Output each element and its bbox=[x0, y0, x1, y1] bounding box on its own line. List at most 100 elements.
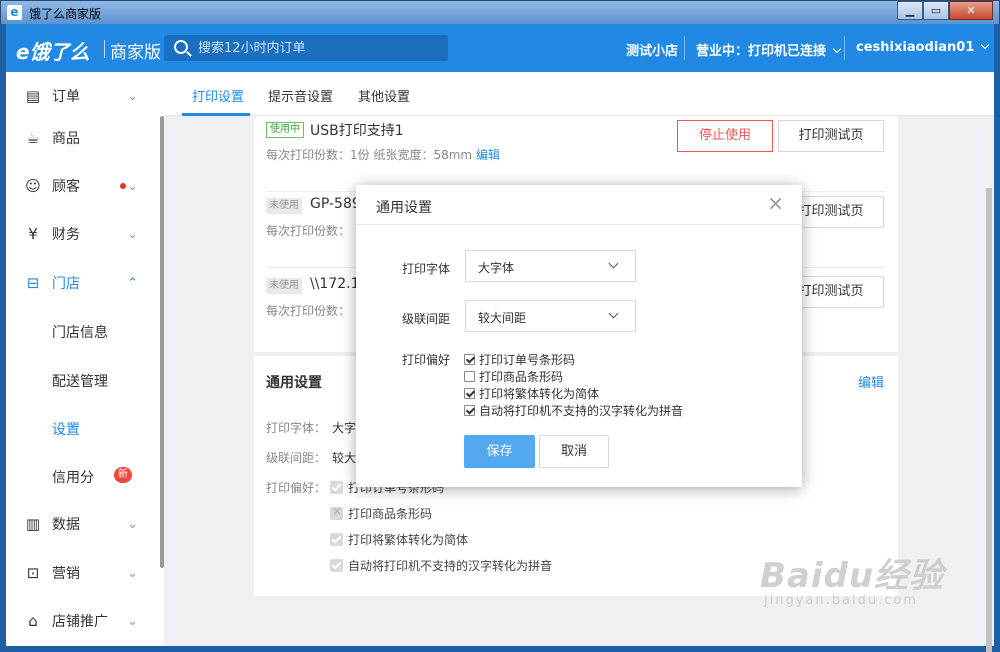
option-label: 打印商品条形码 bbox=[479, 370, 564, 384]
printer-name: GP-589 bbox=[310, 196, 361, 212]
preference-label: 打印偏好 bbox=[402, 353, 451, 367]
window-controls: ▁ ▭ ✕ bbox=[897, 1, 993, 21]
sidebar-item-label: 设置 bbox=[52, 422, 80, 438]
pref-pinyin: 自动将打印机不支持的汉字转化为拼音 bbox=[330, 557, 552, 574]
spacing-select[interactable]: 较大间距 bbox=[465, 300, 636, 332]
option-label: 打印将繁体转化为简体 bbox=[479, 387, 600, 401]
sidebar-item-label: 商品 bbox=[52, 131, 80, 147]
font-value: 大字 bbox=[332, 421, 357, 435]
printer-info-text: 每次打印份数： bbox=[266, 304, 351, 318]
close-window-icon[interactable]: ✕ bbox=[949, 1, 993, 20]
window-title-bar: e 饿了么商家版 ▁ ▭ ✕ bbox=[0, 0, 1000, 24]
chevron-down-icon: ⌄ bbox=[127, 516, 138, 532]
sidebar-subitem-delivery[interactable]: 配送管理 bbox=[6, 356, 160, 404]
scrollbar-thumb[interactable] bbox=[986, 188, 992, 652]
header-divider bbox=[684, 36, 685, 60]
data-icon: ▥ bbox=[25, 515, 41, 533]
sidebar-item-label: 顾客 bbox=[52, 179, 80, 195]
spacing-label: 级联间距 bbox=[402, 312, 451, 326]
font-select[interactable]: 大字体 bbox=[465, 250, 636, 282]
checkbox-checked-icon[interactable] bbox=[464, 354, 475, 365]
sidebar-item-data[interactable]: ▥ 数据 ⌄ bbox=[6, 500, 160, 548]
logo-divider bbox=[104, 40, 105, 58]
store-name[interactable]: 测试小店 bbox=[626, 40, 678, 59]
chevron-down-icon bbox=[608, 258, 619, 269]
promotion-icon: ⌂ bbox=[28, 612, 38, 630]
chevron-down-icon: ⌄ bbox=[127, 613, 138, 629]
printer-info-text: 每次打印份数：1份 纸张宽度：58mm bbox=[266, 148, 473, 162]
checkbox-checked-icon[interactable] bbox=[464, 405, 475, 416]
notification-dot bbox=[120, 183, 126, 189]
main-scrollbar[interactable] bbox=[984, 116, 994, 652]
sidebar: ▤ 订单 ⌄ ☕ 商品 ☺ 顾客 ⌄ ¥ 财务 ⌄ ⊟ 门店 ⌃ 门店信息 配送… bbox=[6, 72, 164, 646]
sidebar-subitem-settings[interactable]: 设置 bbox=[6, 404, 160, 452]
sidebar-item-promotion[interactable]: ⌂ 店铺推广 ⌄ bbox=[6, 597, 160, 645]
option-traditional-simplified[interactable]: 打印将繁体转化为简体 bbox=[464, 385, 599, 402]
chevron-down-icon bbox=[981, 40, 990, 50]
order-icon: ▤ bbox=[25, 87, 41, 105]
maximize-icon[interactable]: ▭ bbox=[923, 1, 949, 20]
print-test-button[interactable]: 打印测试页 bbox=[778, 120, 884, 152]
sidebar-subitem-store-info[interactable]: 门店信息 bbox=[6, 307, 160, 355]
pref-label: 打印商品条形码 bbox=[348, 507, 433, 521]
edit-printer-link[interactable]: 编辑 bbox=[476, 148, 500, 162]
pref-traditional-simplified: 打印将繁体转化为简体 bbox=[330, 531, 468, 548]
baidu-watermark: Baidu经验 jingyan.baidu.com bbox=[760, 548, 944, 608]
search-input[interactable] bbox=[198, 39, 438, 57]
username: ceshixiaodian01 bbox=[856, 40, 975, 55]
sidebar-item-store[interactable]: ⊟ 门店 ⌃ bbox=[6, 259, 160, 307]
app-header: e饿了么 商家版 测试小店 营业中：打印机已连接 ceshixiaodian01 bbox=[6, 24, 994, 72]
printer-name: USB打印支持1 bbox=[310, 123, 404, 139]
sidebar-item-orders[interactable]: ▤ 订单 ⌄ bbox=[6, 72, 160, 120]
tab-print-settings[interactable]: 打印设置 bbox=[192, 86, 244, 105]
customer-icon: ☺ bbox=[25, 177, 41, 195]
font-label: 打印字体： bbox=[266, 421, 327, 435]
sidebar-item-label: 订单 bbox=[52, 89, 80, 105]
minimize-icon[interactable]: ▁ bbox=[897, 1, 923, 20]
tab-other-settings[interactable]: 其他设置 bbox=[358, 86, 410, 105]
new-badge: 新 bbox=[114, 467, 132, 483]
pref-label: 自动将打印机不支持的汉字转化为拼音 bbox=[348, 559, 553, 573]
sidebar-item-customers[interactable]: ☺ 顾客 ⌄ bbox=[6, 162, 160, 210]
user-menu[interactable]: ceshixiaodian01 bbox=[856, 40, 990, 55]
sidebar-item-marketing[interactable]: ⊡ 营销 ⌄ bbox=[6, 549, 160, 597]
close-icon[interactable]: × bbox=[767, 193, 784, 213]
sidebar-subitem-credit[interactable]: 信用分 新 bbox=[6, 452, 160, 500]
checkbox-icon bbox=[330, 533, 343, 546]
edit-general-link[interactable]: 编辑 bbox=[858, 372, 884, 391]
order-search[interactable] bbox=[164, 35, 448, 61]
spacing-label: 级联间距： bbox=[266, 451, 327, 465]
dialog-title: 通用设置 bbox=[376, 200, 432, 216]
settings-tabs: 打印设置 提示音设置 其他设置 bbox=[164, 72, 994, 116]
chevron-down-icon: ⌄ bbox=[127, 178, 138, 194]
option-label: 打印订单号条形码 bbox=[479, 353, 576, 367]
chevron-down-icon: ⌄ bbox=[127, 226, 138, 242]
checkbox-unchecked-icon[interactable] bbox=[464, 371, 475, 382]
save-button[interactable]: 保存 bbox=[464, 435, 535, 468]
sidebar-item-goods[interactable]: ☕ 商品 bbox=[6, 114, 160, 162]
active-tab-indicator bbox=[182, 113, 250, 116]
checkbox-checked-icon[interactable] bbox=[464, 388, 475, 399]
spacing-select-value: 较大间距 bbox=[478, 311, 527, 325]
stop-use-button[interactable]: 停止使用 bbox=[677, 120, 773, 152]
sidebar-item-label: 财务 bbox=[52, 227, 80, 243]
cancel-button[interactable]: 取消 bbox=[539, 435, 609, 468]
sidebar-item-finance[interactable]: ¥ 财务 ⌄ bbox=[6, 210, 160, 258]
store-status[interactable]: 营业中：打印机已连接 bbox=[696, 40, 842, 59]
chevron-up-icon: ⌃ bbox=[127, 275, 138, 291]
search-icon bbox=[174, 40, 188, 54]
section-title: 通用设置 bbox=[266, 375, 322, 391]
option-pinyin[interactable]: 自动将打印机不支持的汉字转化为拼音 bbox=[464, 402, 683, 419]
font-select-value: 大字体 bbox=[478, 261, 515, 275]
sidebar-item-label: 营销 bbox=[52, 566, 80, 582]
sidebar-item-label: 店铺推广 bbox=[52, 614, 108, 630]
option-order-barcode[interactable]: 打印订单号条形码 bbox=[464, 351, 575, 368]
printer-row: 使用中 USB打印支持1 每次打印份数：1份 纸张宽度：58mm 编辑 停止使用… bbox=[254, 116, 898, 192]
option-goods-barcode[interactable]: 打印商品条形码 bbox=[464, 368, 563, 385]
dialog-header: 通用设置 × bbox=[356, 185, 802, 225]
tab-sound-settings[interactable]: 提示音设置 bbox=[268, 86, 333, 105]
preference-label: 打印偏好： bbox=[266, 481, 327, 495]
brand-logo: e饿了么 bbox=[16, 40, 90, 64]
store-icon: ⊟ bbox=[26, 274, 40, 292]
sidebar-item-label: 信用分 bbox=[52, 470, 94, 486]
